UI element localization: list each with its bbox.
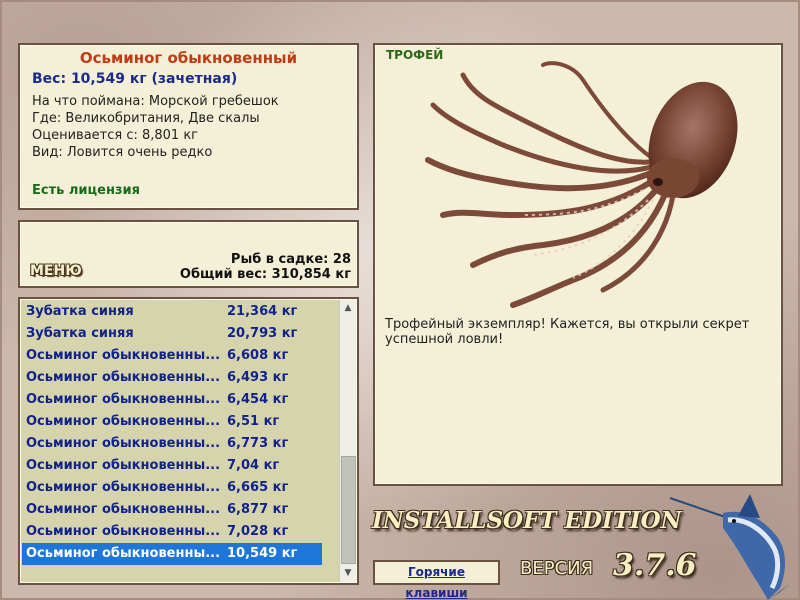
fish-weight: Вес: 10,549 кг (зачетная): [32, 71, 238, 87]
list-item-name: Осьминог обыкновенны...: [26, 414, 221, 429]
total-weight: Общий вес: 310,854 кг: [179, 267, 351, 282]
list-item-weight: 6,877 кг: [227, 502, 289, 517]
list-item[interactable]: Осьминог обыкновенны... 10,549 кг: [22, 543, 322, 565]
trophy-message: Трофейный экземпляр! Кажется, вы открыли…: [385, 317, 750, 347]
list-item-name: Осьминог обыкновенны...: [26, 392, 221, 407]
list-item-name: Осьминог обыкновенны...: [26, 436, 221, 451]
list-item[interactable]: Осьминог обыкновенны... 6,454 кг: [22, 389, 322, 411]
list-item-weight: 6,454 кг: [227, 392, 289, 407]
scroll-thumb[interactable]: [341, 456, 356, 564]
list-item-weight: 21,364 кг: [227, 304, 298, 319]
list-item-weight: 7,028 кг: [227, 524, 289, 539]
version-label: ВЕРСИЯ: [520, 558, 594, 579]
license-status: Есть лицензия: [32, 183, 140, 198]
bait-line: На что поймана: Морской гребешок: [32, 94, 279, 109]
list-item[interactable]: Осьминог обыкновенны... 7,04 кг: [22, 455, 322, 477]
catch-list[interactable]: Зубатка синяя 21,364 кг Зубатка синяя 20,79…: [18, 297, 359, 585]
list-scrollbar[interactable]: ▲ ▼: [339, 300, 356, 582]
fish-info-panel: Осьминог обыкновенный Вес: 10,549 кг (за…: [18, 43, 359, 210]
trophy-panel: ТРОФЕЙ Трофейный экземпляр! Кажется, вы …: [373, 43, 783, 486]
fish-name: Осьминог обыкновенный: [79, 49, 298, 67]
list-item-weight: 6,665 кг: [227, 480, 289, 495]
list-item-weight: 7,04 кг: [227, 458, 280, 473]
list-item-weight: 6,493 кг: [227, 370, 289, 385]
list-item-weight: 10,549 кг: [227, 546, 298, 561]
list-item-name: Осьминог обыкновенны...: [26, 546, 221, 561]
marlin-logo: [669, 494, 790, 600]
keepnet-stats-panel: МЕНЮ Рыб в садке: 28 Общий вес: 310,854 …: [18, 220, 359, 288]
list-item[interactable]: Осьминог обыкновенны... 6,51 кг: [22, 411, 322, 433]
list-item-weight: 20,793 кг: [227, 326, 298, 341]
list-item[interactable]: Зубатка синяя 21,364 кг: [22, 301, 322, 323]
list-item-name: Осьминог обыкновенны...: [26, 502, 221, 517]
list-item-name: Осьминог обыкновенны...: [26, 480, 221, 495]
catch-list-rows: Зубатка синяя 21,364 кг Зубатка синяя 20,79…: [22, 301, 322, 565]
place-line: Где: Великобритания, Две скалы: [32, 111, 260, 126]
menu-button[interactable]: МЕНЮ: [30, 263, 82, 279]
list-item-name: Осьминог обыкновенны...: [26, 524, 221, 539]
list-item-weight: 6,773 кг: [227, 436, 289, 451]
list-item-name: Осьминог обыкновенны...: [26, 458, 221, 473]
list-item-weight: 6,51 кг: [227, 414, 280, 429]
list-item[interactable]: Осьминог обыкновенны... 6,877 кг: [22, 499, 322, 521]
hotkeys-button[interactable]: Горячие клавиши: [373, 560, 500, 600]
list-item[interactable]: Осьминог обыкновенны... 6,493 кг: [22, 367, 322, 389]
list-item-name: Зубатка синяя: [26, 304, 134, 319]
list-item[interactable]: Зубатка синяя 20,793 кг: [22, 323, 322, 345]
list-item[interactable]: Осьминог обыкновенны... 6,773 кг: [22, 433, 322, 455]
list-item-name: Зубатка синяя: [26, 326, 134, 341]
scroll-up-icon[interactable]: ▲: [340, 300, 356, 317]
scroll-down-icon[interactable]: ▼: [340, 565, 356, 582]
list-item-weight: 6,608 кг: [227, 348, 289, 363]
type-line: Вид: Ловится очень редко: [32, 145, 213, 160]
list-item-name: Осьминог обыкновенны...: [26, 370, 221, 385]
list-item[interactable]: Осьминог обыкновенны... 7,028 кг: [22, 521, 322, 543]
octopus-image: [425, 61, 738, 308]
list-item[interactable]: Осьминог обыкновенны... 6,665 кг: [22, 477, 322, 499]
list-item[interactable]: Осьминог обыкновенны... 6,608 кг: [22, 345, 322, 367]
list-item-name: Осьминог обыкновенны...: [26, 348, 221, 363]
valued-line: Оценивается с: 8,801 кг: [32, 128, 199, 143]
fish-count: Рыб в садке: 28: [230, 252, 351, 267]
brand-title: INSTALLSOFT EDITION: [372, 507, 682, 534]
